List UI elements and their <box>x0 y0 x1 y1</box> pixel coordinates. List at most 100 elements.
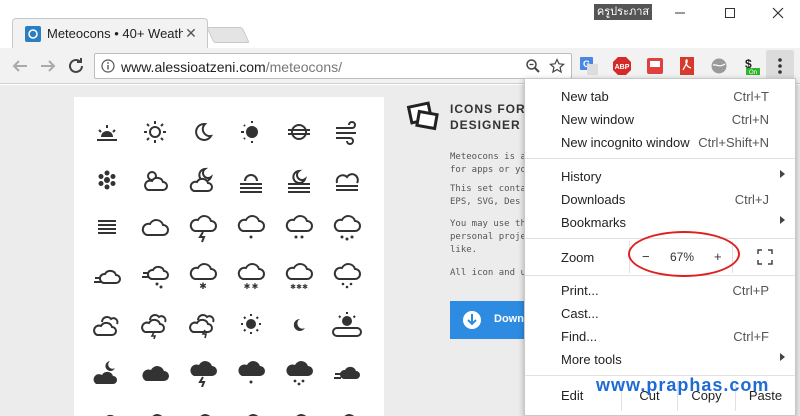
close-window-button[interactable] <box>758 2 798 28</box>
close-icon <box>772 7 784 19</box>
menu-label: More tools <box>561 352 622 367</box>
moon-lines-icon <box>288 169 310 193</box>
cloud-icon <box>141 219 169 236</box>
fullscreen-icon[interactable] <box>757 249 773 265</box>
svg-text:✱: ✱ <box>252 282 259 291</box>
forward-arrow-icon[interactable] <box>36 54 60 78</box>
tab-title: Meteocons • 40+ Weather <box>47 26 183 41</box>
cloud-moon-icon <box>189 167 214 192</box>
cloud-rain-icon <box>285 215 313 239</box>
url-text[interactable]: www.alessioatzeni.com/meteocons/ <box>121 59 342 75</box>
menu-item-downloads[interactable]: Downloads Ctrl+J <box>525 188 795 211</box>
reload-icon[interactable] <box>64 54 88 78</box>
cloud-moon-solid-icon <box>93 361 117 384</box>
paragraph-1: Meteocons is a for apps or you <box>450 151 531 177</box>
fog-lines-icon <box>98 220 116 234</box>
cloud-lightning-solid-icon <box>190 361 217 387</box>
download-arrow-icon <box>463 311 481 329</box>
cloud-solid-icon <box>142 366 169 381</box>
para3-line-3: like. <box>450 245 478 255</box>
adblock-plus-icon[interactable]: ABP <box>613 57 631 75</box>
menu-label: Print... <box>561 283 599 298</box>
browser-tab[interactable]: Meteocons • 40+ Weather ✕ <box>12 18 208 48</box>
para1-line-1: Meteocons is a <box>450 152 526 162</box>
maximize-icon <box>725 8 735 18</box>
cloud-snow-two-solid-icon <box>200 414 211 416</box>
svg-text:✱: ✱ <box>302 283 308 291</box>
weather-icon-grid: ✱ ✱ ✱ ✱ ✱ ✱ <box>74 97 384 416</box>
clouds-icon <box>93 316 119 336</box>
cloud-sun-solid-icon <box>332 312 362 337</box>
menu-label: Bookmarks <box>561 215 627 230</box>
menu-shortcut: Ctrl+T <box>733 89 769 104</box>
menu-shortcut: Ctrl+J <box>734 192 769 207</box>
sun-solid-icon <box>241 314 261 334</box>
photos-logo-icon <box>406 101 439 131</box>
zoom-magnifier-icon[interactable] <box>525 58 541 74</box>
menu-item-new-window[interactable]: New window Ctrl+N <box>525 108 795 131</box>
cloud-heavy-snow-solid-icon <box>248 414 259 416</box>
cloud-rain-solid-icon <box>286 361 313 386</box>
menu-item-cast[interactable]: Cast... <box>525 302 795 325</box>
menu-label: New incognito window <box>561 135 690 150</box>
cloud-drizzle-solid-icon <box>238 361 265 384</box>
clouds-lightning-icon <box>141 314 167 339</box>
menu-item-print[interactable]: Print... Ctrl+P <box>525 279 795 302</box>
globe-icon[interactable] <box>710 57 728 75</box>
title-bar: Meteocons • 40+ Weather ✕ ครูประภาส <box>0 0 800 48</box>
submenu-arrow-icon <box>780 353 785 361</box>
heading-line-2: DESIGNER <box>450 118 521 132</box>
cloud-snow-solid-icon <box>152 414 163 416</box>
menu-item-more-tools[interactable]: More tools <box>525 348 795 371</box>
cloud-sun-icon <box>144 171 168 191</box>
pdf-icon[interactable] <box>678 57 696 75</box>
dollar-on-icon[interactable]: $ On <box>742 57 760 75</box>
cloud-snow-two-icon: ✱ ✱ <box>237 263 265 291</box>
sun-icon <box>144 121 166 143</box>
menu-item-find[interactable]: Find... Ctrl+F <box>525 325 795 348</box>
cloud-fog-icon <box>335 173 359 191</box>
page-heading: ICONS FOR DESIGNER <box>450 101 526 133</box>
haze-icon <box>288 124 310 140</box>
menu-label: Cast... <box>561 306 599 321</box>
page-info-icon[interactable] <box>101 59 115 73</box>
on-label: On <box>749 70 757 75</box>
menu-item-new-incognito-window[interactable]: New incognito window Ctrl+Shift+N <box>525 131 795 154</box>
bookmark-star-icon[interactable] <box>549 58 565 74</box>
cloud-hail-icon <box>333 263 361 289</box>
para1-line-2: for apps or you <box>450 165 532 175</box>
svg-text:✱: ✱ <box>244 282 251 291</box>
menu-item-bookmarks[interactable]: Bookmarks <box>525 211 795 234</box>
menu-item-new-tab[interactable]: New tab Ctrl+T <box>525 85 795 108</box>
menu-item-history[interactable]: History <box>525 165 795 188</box>
save-icon[interactable] <box>646 57 664 75</box>
minimize-button[interactable] <box>660 2 700 28</box>
menu-separator <box>525 275 795 276</box>
clouds-storm-icon <box>189 314 215 339</box>
back-arrow-icon[interactable] <box>8 54 32 78</box>
download-label: Down <box>494 313 524 325</box>
new-tab-button[interactable] <box>206 27 250 43</box>
cloud-snow-icon: ✱ <box>189 263 217 291</box>
para3-line-2: personal projec <box>450 232 532 242</box>
meteocons-favicon-icon <box>25 26 41 42</box>
url-path: /meteocons/ <box>265 59 342 75</box>
svg-text:✱: ✱ <box>199 282 207 291</box>
menu-label: History <box>561 169 602 184</box>
cloud-drizzle-icon <box>237 215 265 239</box>
menu-shortcut: Ctrl+P <box>732 283 769 298</box>
maximize-button[interactable] <box>710 2 750 28</box>
para3-line-1: You may use th <box>450 219 526 229</box>
tab-close-icon[interactable]: ✕ <box>183 25 199 41</box>
menu-shortcut: Ctrl+Shift+N <box>698 135 769 150</box>
sunrise-icon <box>97 125 117 141</box>
address-bar[interactable]: www.alessioatzeni.com/meteocons/ <box>94 53 572 79</box>
menu-label: New tab <box>561 89 609 104</box>
menu-label: Downloads <box>561 192 626 207</box>
profile-badge[interactable]: ครูประภาส <box>594 4 652 20</box>
menu-shortcut: Ctrl+F <box>733 329 769 344</box>
abp-label: ABP <box>615 64 630 71</box>
sun-eclipse-icon <box>241 121 258 143</box>
google-translate-icon[interactable]: G <box>580 57 598 75</box>
watermark-text: www.praphas.com <box>596 375 770 395</box>
